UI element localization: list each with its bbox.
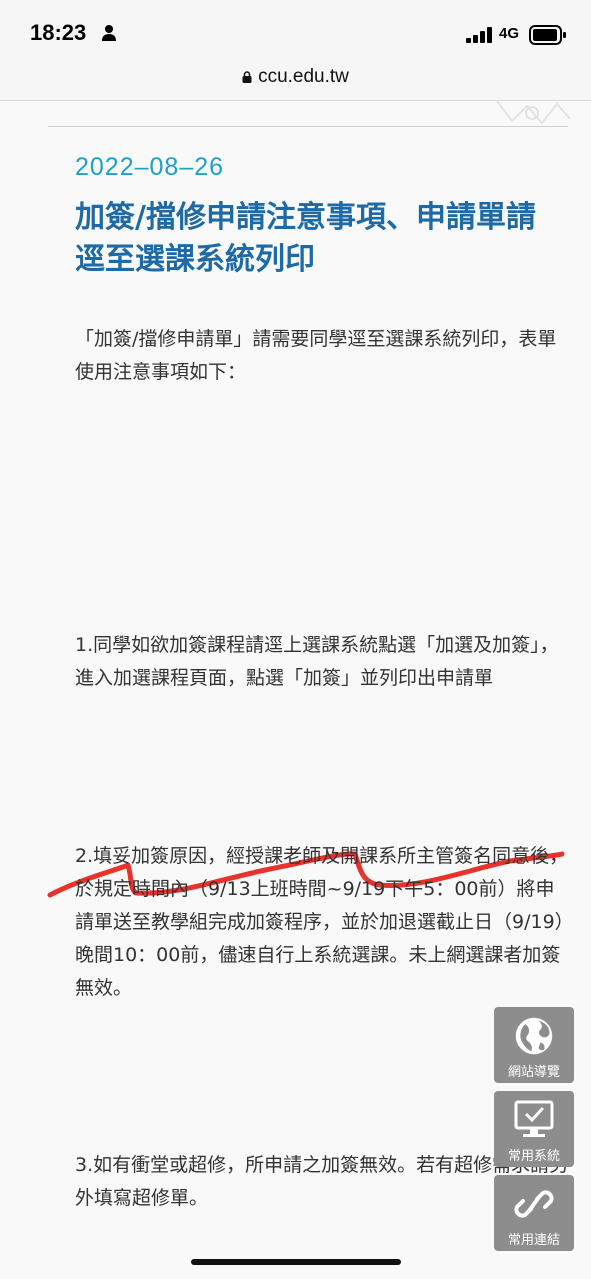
common-links-button[interactable]: 常用連結: [494, 1175, 574, 1251]
battery-icon: [529, 25, 566, 45]
article-intro: 「加簽/擋修申請單」請需要同學逕至選課系統列印，表單使用注意事項如下：: [75, 328, 557, 383]
page-content: 2022–08–26 加簽/擋修申請注意事項、申請單請逕至選課系統列印 「加簽/…: [0, 101, 591, 1279]
common-systems-label: 常用系統: [507, 1149, 560, 1164]
url-display[interactable]: ccu.edu.tw: [0, 66, 591, 88]
globe-icon: [515, 1017, 553, 1055]
article-title: 加簽/擋修申請注意事項、申請單請逕至選課系統列印: [75, 200, 536, 277]
site-guide-label: 網站導覽: [507, 1065, 560, 1080]
article-item-1: 1.同學如欲加簽課程請逕上選課系統點選「加選及加簽」，進入加選課程頁面，點選「加…: [75, 634, 559, 689]
monitor-check-icon: [514, 1100, 554, 1137]
divider: [48, 126, 568, 127]
status-bar: 18:23 4G: [0, 0, 591, 62]
decorative-pattern-icon: [496, 101, 571, 125]
article-item-2: 2.填妥加簽原因，經授課老師及開課系所主管簽名同意後，於規定時間內（9/13上班…: [75, 845, 569, 999]
url-domain: ccu.edu.tw: [258, 66, 349, 87]
person-icon: [102, 25, 116, 41]
link-icon: [514, 1190, 554, 1218]
url-bar[interactable]: ccu.edu.tw: [0, 62, 591, 101]
site-guide-button[interactable]: 網站導覽: [494, 1007, 574, 1083]
lock-icon: [242, 71, 252, 83]
home-indicator[interactable]: [191, 1259, 401, 1265]
status-time: 18:23: [30, 20, 87, 45]
common-systems-button[interactable]: 常用系統: [494, 1091, 574, 1167]
article-date: 2022–08–26: [75, 153, 225, 181]
common-links-label: 常用連結: [507, 1233, 560, 1248]
network-type: 4G: [499, 25, 520, 42]
signal-bars-icon: [466, 27, 492, 43]
